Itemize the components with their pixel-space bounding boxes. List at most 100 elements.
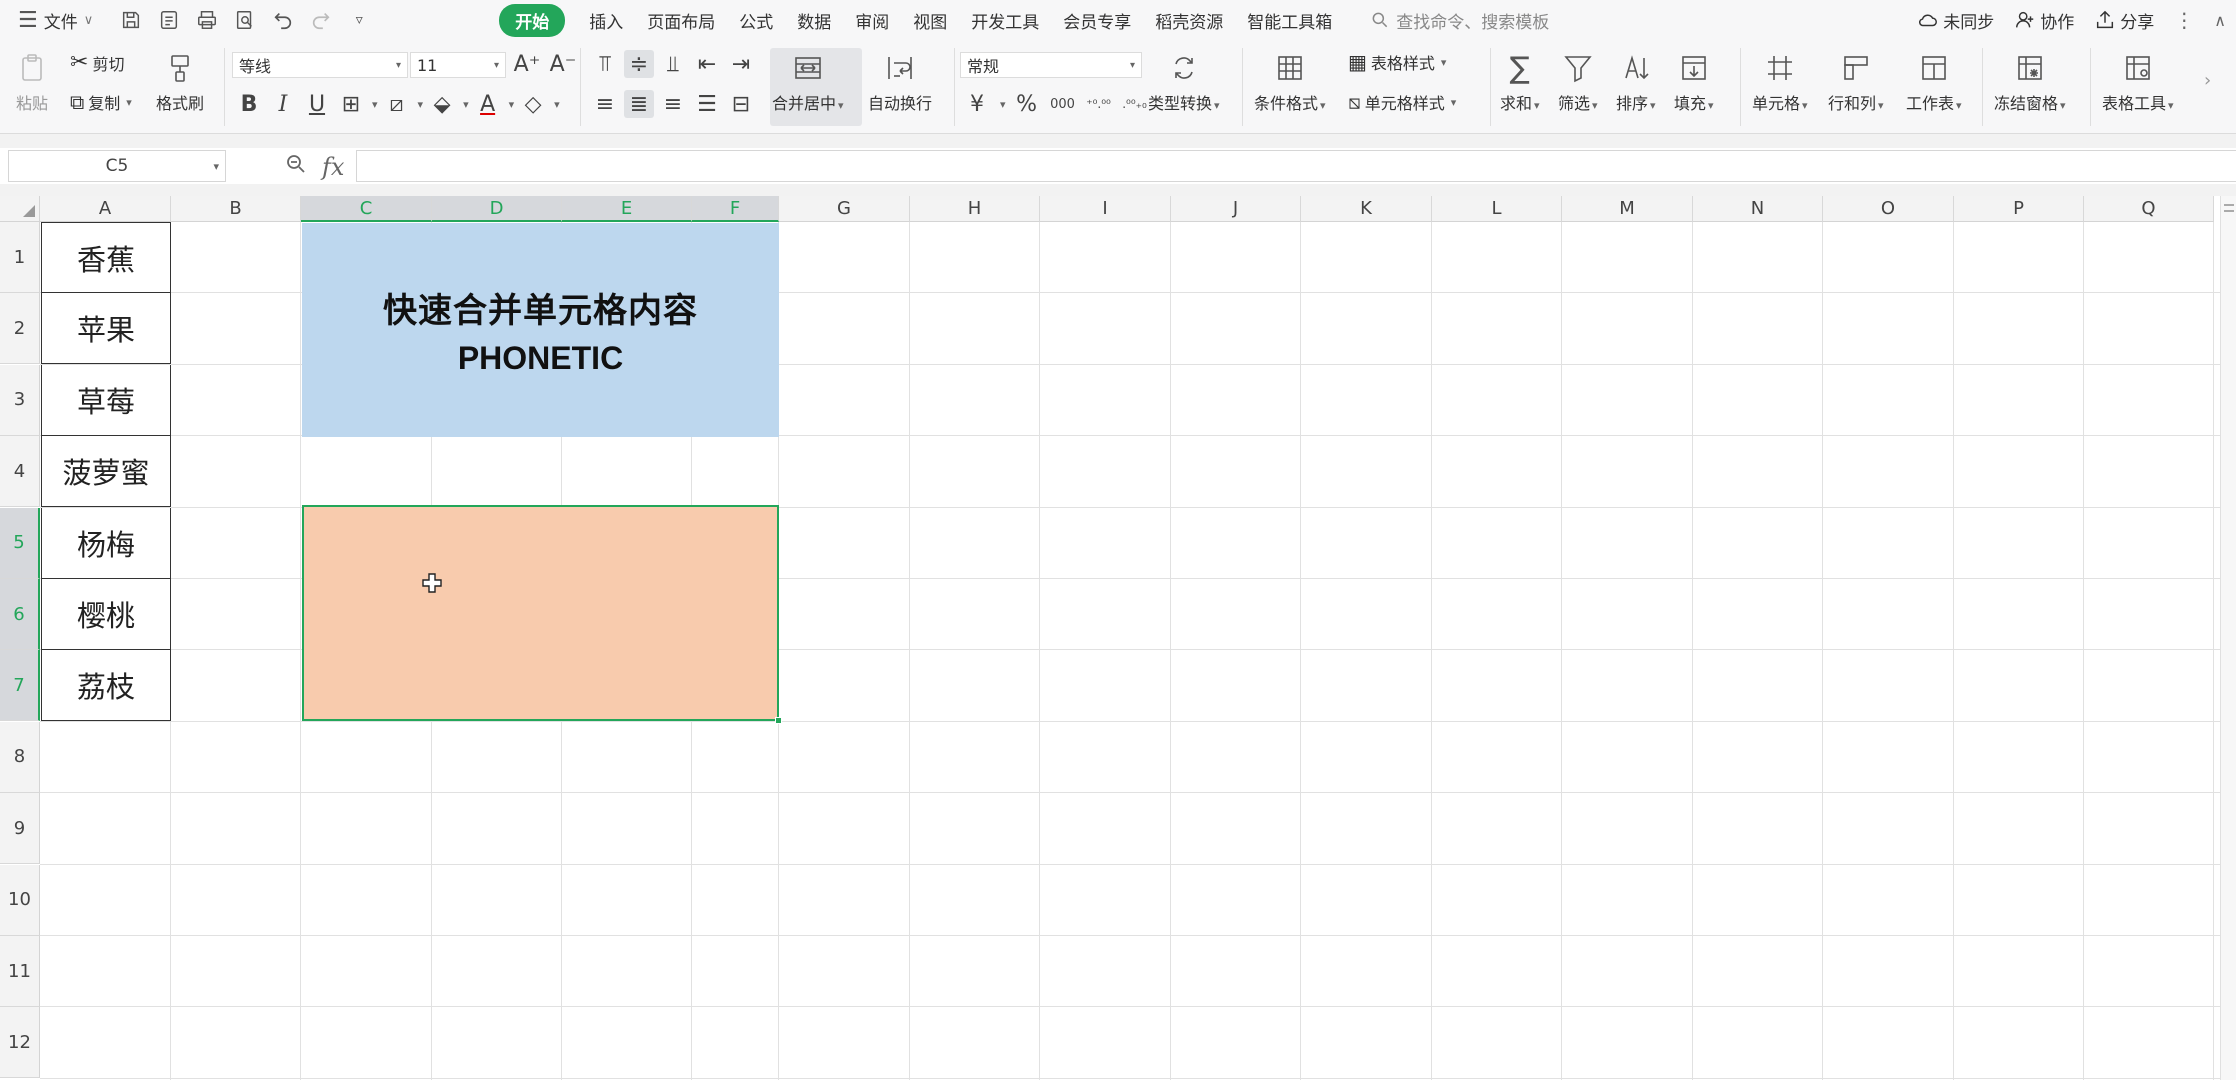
tab-developer[interactable]: 开发工具: [971, 8, 1063, 33]
sum-button[interactable]: ∑ 求和 ▾: [1500, 50, 1540, 114]
collapse-ribbon-icon[interactable]: ∧: [2214, 11, 2226, 30]
collaborate-button[interactable]: 协作: [2014, 8, 2074, 33]
increase-indent-icon[interactable]: ⇥: [726, 50, 756, 78]
tab-view[interactable]: 视图: [913, 8, 971, 33]
row-header-5[interactable]: 5: [0, 507, 40, 579]
column-header-a[interactable]: A: [40, 196, 171, 222]
border-icon[interactable]: ⊞: [336, 90, 366, 118]
paste-button[interactable]: 粘贴: [14, 50, 50, 114]
vertical-scrollbar[interactable]: [2220, 196, 2236, 1080]
row-header-11[interactable]: 11: [0, 936, 40, 1007]
column-header-c[interactable]: C: [301, 196, 432, 222]
column-header-g[interactable]: G: [779, 196, 910, 222]
column-header-p[interactable]: P: [1954, 196, 2084, 222]
formula-input[interactable]: [356, 150, 2236, 182]
font-size-select[interactable]: 11 ▾: [410, 52, 506, 78]
align-bottom-icon[interactable]: ⫫: [658, 50, 688, 78]
export-pdf-icon[interactable]: [157, 8, 181, 32]
fruit-cell[interactable]: 菠萝蜜: [41, 436, 171, 508]
command-search[interactable]: 查找命令、搜索模板: [1370, 8, 1549, 33]
tab-review[interactable]: 审阅: [855, 8, 913, 33]
fruit-cell[interactable]: 樱桃: [41, 579, 171, 650]
rows-columns-button[interactable]: 行和列 ▾: [1828, 50, 1884, 114]
row-header-7[interactable]: 7: [0, 650, 40, 722]
table-tools-button[interactable]: 表格工具 ▾: [2102, 50, 2174, 114]
thousands-icon[interactable]: 000: [1048, 90, 1078, 118]
column-header-i[interactable]: I: [1040, 196, 1171, 222]
name-box[interactable]: C5 ▾: [8, 150, 226, 182]
column-header-d[interactable]: D: [432, 196, 562, 222]
align-right-icon[interactable]: ≡: [658, 90, 688, 118]
worksheet-button[interactable]: 工作表 ▾: [1906, 50, 1962, 114]
row-header-12[interactable]: 12: [0, 1007, 40, 1079]
function-icon[interactable]: fx: [322, 153, 344, 181]
distributed-icon[interactable]: ⊟: [726, 90, 756, 118]
column-header-f[interactable]: F: [692, 196, 779, 222]
tab-page-layout[interactable]: 页面布局: [647, 8, 739, 33]
customize-toolbar-icon[interactable]: ▿: [347, 8, 371, 32]
row-header-8[interactable]: 8: [0, 721, 40, 793]
row-header-3[interactable]: 3: [0, 364, 40, 436]
percent-icon[interactable]: %: [1012, 90, 1042, 118]
increase-decimal-icon[interactable]: ⁺⁰.⁰⁰: [1084, 90, 1114, 118]
font-name-select[interactable]: 等线 ▾: [232, 52, 408, 78]
freeze-panes-button[interactable]: 冻结窗格 ▾: [1994, 50, 2066, 114]
row-header-1[interactable]: 1: [0, 222, 40, 293]
undo-icon[interactable]: [271, 8, 295, 32]
number-format-select[interactable]: 常规 ▾: [960, 52, 1142, 78]
filter-button[interactable]: 筛选 ▾: [1558, 50, 1598, 114]
font-color-icon[interactable]: A: [473, 90, 503, 118]
column-header-b[interactable]: B: [171, 196, 301, 222]
column-header-h[interactable]: H: [910, 196, 1040, 222]
column-header-k[interactable]: K: [1301, 196, 1432, 222]
print-icon[interactable]: [195, 8, 219, 32]
justify-icon[interactable]: ☰: [692, 90, 722, 118]
title-merged-cell[interactable]: 快速合并单元格内容 PHONETIC: [302, 223, 779, 437]
conditional-format-button[interactable]: 条件格式 ▾: [1254, 50, 1326, 114]
fill-style-icon[interactable]: ⧄: [382, 90, 412, 118]
copy-button[interactable]: ⧉ 复制 ▾: [70, 90, 132, 114]
fruit-cell[interactable]: 草莓: [41, 364, 171, 436]
column-header-o[interactable]: O: [1823, 196, 1954, 222]
fill-button[interactable]: 填充 ▾: [1674, 50, 1714, 114]
tab-member[interactable]: 会员专享: [1063, 8, 1155, 33]
type-convert-button[interactable]: 类型转换 ▾: [1148, 50, 1220, 114]
fruit-cell[interactable]: 杨梅: [41, 507, 171, 579]
align-top-icon[interactable]: ⫪: [590, 50, 620, 78]
tab-smart-tools[interactable]: 智能工具箱: [1247, 8, 1356, 33]
tab-data[interactable]: 数据: [797, 8, 855, 33]
tab-insert[interactable]: 插入: [589, 8, 647, 33]
share-button[interactable]: 分享: [2094, 8, 2154, 33]
row-header-2[interactable]: 2: [0, 293, 40, 365]
file-menu[interactable]: ☰ 文件 ∨: [18, 8, 93, 33]
table-style-button[interactable]: ▦ 表格样式 ▾: [1348, 50, 1446, 74]
ribbon-scroll-right-icon[interactable]: ›: [2204, 70, 2211, 91]
tab-home[interactable]: 开始: [499, 3, 566, 37]
save-icon[interactable]: [119, 8, 143, 32]
bold-icon[interactable]: B: [234, 90, 264, 118]
format-painter-button[interactable]: 格式刷: [156, 50, 204, 114]
increase-font-icon[interactable]: A⁺: [512, 50, 542, 78]
wrap-text-button[interactable]: 自动换行: [868, 50, 932, 114]
column-header-e[interactable]: E: [562, 196, 692, 222]
column-header-l[interactable]: L: [1432, 196, 1562, 222]
align-middle-icon[interactable]: ≑: [624, 50, 654, 78]
fruit-cell[interactable]: 香蕉: [41, 222, 171, 293]
align-left-icon[interactable]: ≡: [590, 90, 620, 118]
row-header-4[interactable]: 4: [0, 436, 40, 508]
row-header-6[interactable]: 6: [0, 579, 40, 650]
cut-button[interactable]: ✂ 剪切: [70, 50, 124, 75]
fruit-cell[interactable]: 苹果: [41, 293, 171, 365]
decrease-decimal-icon[interactable]: .⁰⁰₊₀: [1120, 90, 1150, 118]
underline-icon[interactable]: U: [302, 90, 332, 118]
redo-icon[interactable]: [309, 8, 333, 32]
italic-icon[interactable]: I: [268, 90, 298, 118]
sync-status[interactable]: 未同步: [1917, 8, 1994, 33]
fill-color-icon[interactable]: ⬙: [427, 90, 457, 118]
select-all-corner[interactable]: [0, 196, 40, 222]
tab-docer[interactable]: 稻壳资源: [1155, 8, 1247, 33]
currency-icon[interactable]: ¥: [962, 90, 992, 118]
row-header-10[interactable]: 10: [0, 864, 40, 936]
merge-center-button[interactable]: 合并居中 ▾: [772, 50, 844, 114]
sort-button[interactable]: 排序 ▾: [1616, 50, 1656, 114]
